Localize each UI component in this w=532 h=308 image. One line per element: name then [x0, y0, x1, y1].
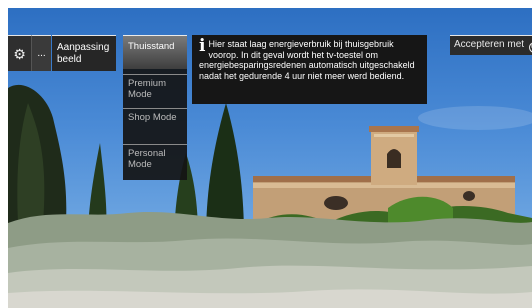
more-button[interactable]: ...: [31, 35, 51, 71]
mode-item-label: Shop Mode: [128, 112, 177, 123]
more-label: ...: [37, 47, 46, 59]
tooltip-text: Hier staat laag energieverbruik bij thui…: [199, 39, 415, 81]
mode-item-personal[interactable]: Personal Mode: [123, 144, 187, 174]
mode-item-label: Premium Mode: [128, 78, 167, 100]
info-icon: i: [199, 36, 206, 56]
mode-item-label: Thuisstand: [128, 41, 175, 52]
gear-icon: ⚙: [13, 45, 26, 62]
accept-label: Accepteren met: [454, 39, 525, 50]
tv-screen: ⚙ ... Aanpassing beeld Thuisstand Premiu…: [8, 8, 532, 308]
aanpassing-beeld-button[interactable]: Aanpassing beeld: [52, 35, 116, 71]
picture-mode-list: Thuisstand Premium Mode Shop Mode Person…: [123, 35, 187, 180]
mode-item-thuisstand[interactable]: Thuisstand: [123, 35, 187, 69]
mode-item-shop[interactable]: Shop Mode: [123, 108, 187, 130]
mode-item-label: Personal Mode: [128, 148, 166, 170]
mode-item-premium[interactable]: Premium Mode: [123, 74, 187, 104]
aanpassing-beeld-label: Aanpassing beeld: [57, 42, 110, 65]
info-tooltip: i Hier staat laag energieverbruik bij th…: [192, 35, 427, 104]
accept-button[interactable]: Accepteren met OK: [450, 35, 532, 55]
settings-button[interactable]: ⚙: [8, 35, 31, 71]
